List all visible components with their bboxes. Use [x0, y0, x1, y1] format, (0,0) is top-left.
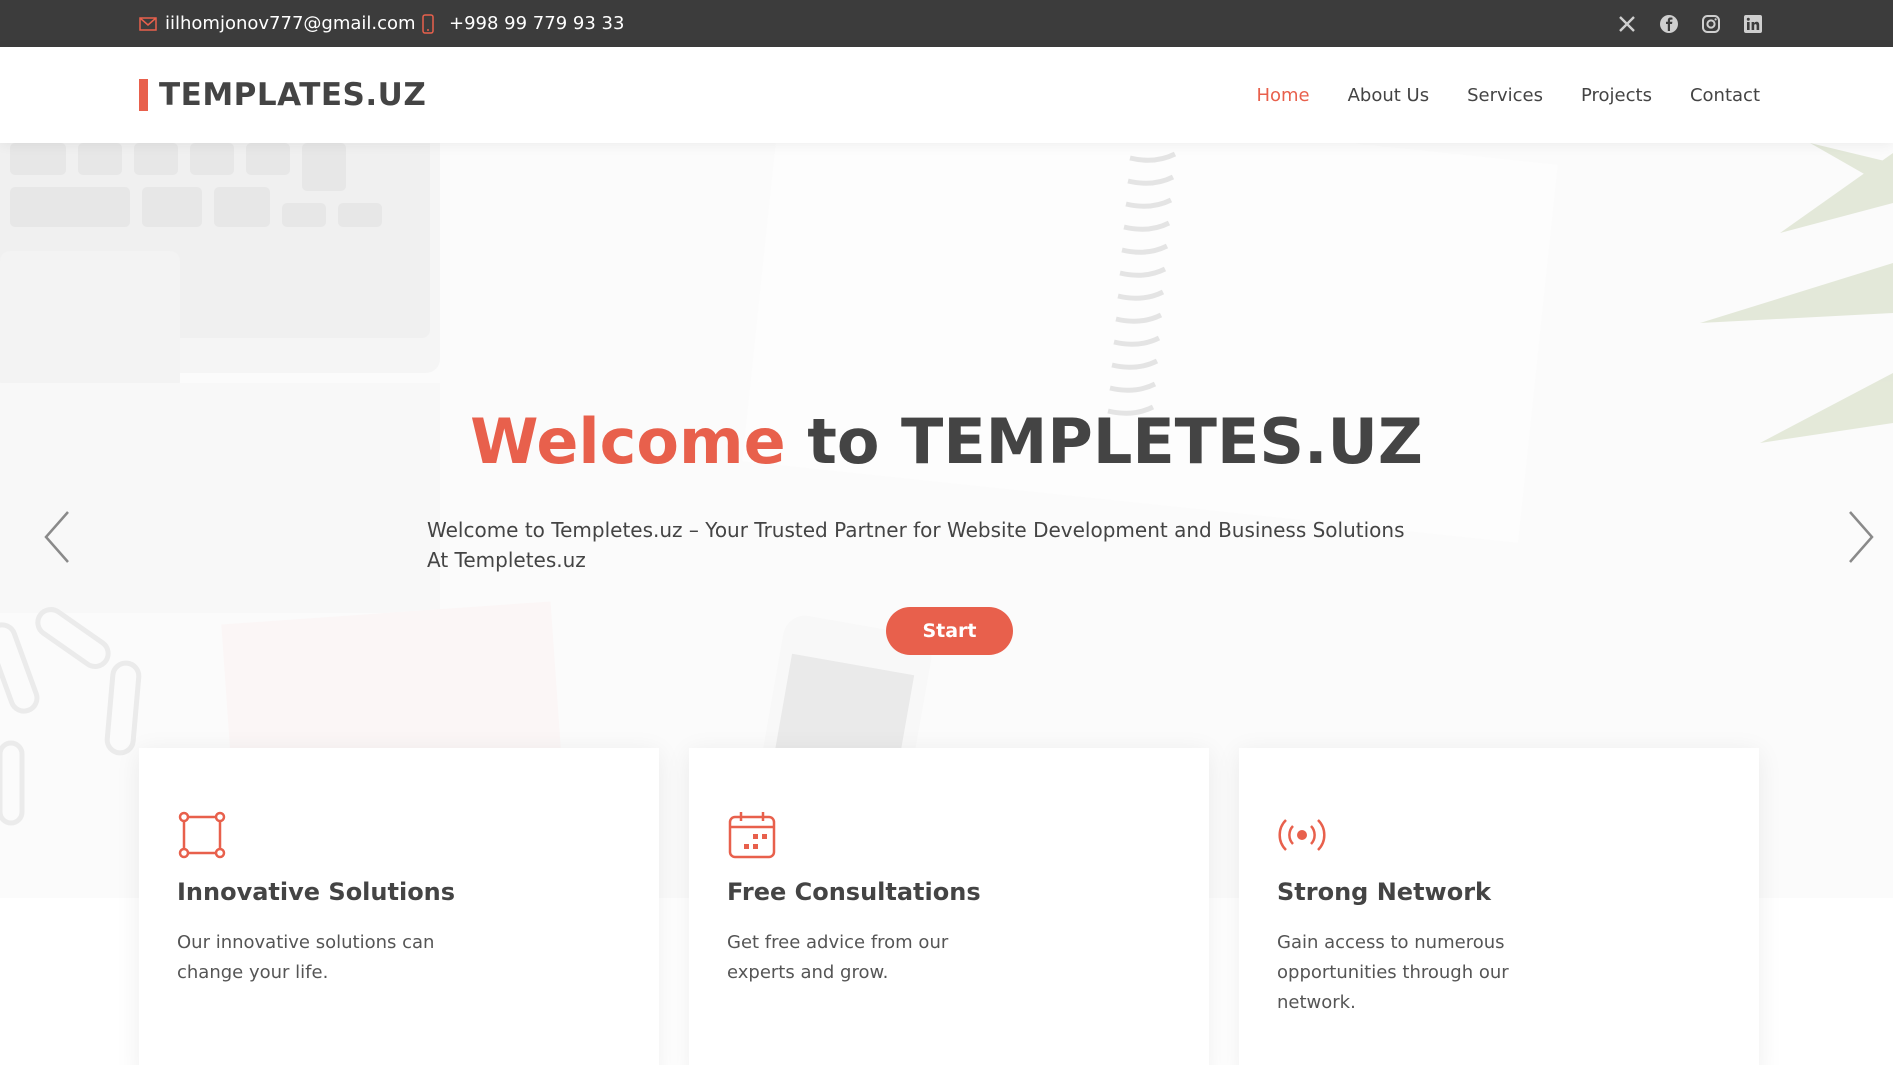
nav-about-us[interactable]: About Us [1348, 85, 1430, 106]
slider-prev-button[interactable] [38, 507, 78, 567]
hero-title-rest: to TEMPLETES.UZ [807, 405, 1423, 478]
start-button[interactable]: Start [886, 607, 1013, 655]
hero-subtitle: Welcome to Templetes.uz – Your Trusted P… [427, 518, 1405, 572]
slider-next-button[interactable] [1840, 507, 1880, 567]
broadcast-icon [1277, 810, 1327, 860]
feature-card: Free Consultations Get free advice from … [689, 748, 1209, 1065]
logo-bar [139, 79, 148, 111]
feature-card: Innovative Solutions Our innovative solu… [139, 748, 659, 1065]
card-title: Innovative Solutions [177, 878, 456, 906]
hero-title: Welcome to TEMPLETES.UZ [0, 405, 1893, 478]
contact-email[interactable]: iilhomjonov777@gmail.com [139, 0, 416, 47]
nav-home[interactable]: Home [1256, 85, 1309, 106]
phone-icon [422, 13, 434, 34]
logo[interactable]: TEMPLATES.UZ [139, 77, 426, 113]
feature-cards: Innovative Solutions Our innovative solu… [139, 748, 1759, 1065]
x-icon[interactable] [1617, 14, 1637, 34]
nav-projects[interactable]: Projects [1581, 85, 1652, 106]
card-text: Gain access to numerous opportunities th… [1277, 932, 1509, 1013]
site-header: TEMPLATES.UZ Home About Us Services Proj… [0, 47, 1893, 143]
card-title: Strong Network [1277, 878, 1491, 906]
card-text: Our innovative solutions can change your… [177, 932, 435, 983]
chevron-left-icon [44, 511, 69, 563]
feature-card: Strong Network Gain access to numerous o… [1239, 748, 1759, 1065]
contact-phone[interactable]: +998 99 779 93 33 [421, 0, 624, 47]
nav-services[interactable]: Services [1467, 85, 1543, 106]
nav-contact[interactable]: Contact [1690, 85, 1760, 106]
card-title: Free Consultations [727, 878, 981, 906]
mail-icon [139, 16, 157, 31]
card-text: Get free advice from our experts and gro… [727, 932, 949, 983]
calendar-icon [727, 810, 777, 860]
linkedin-icon[interactable] [1743, 14, 1763, 34]
phone-text: +998 99 779 93 33 [449, 13, 625, 34]
chevron-right-icon [1849, 511, 1874, 563]
frame-icon [177, 810, 227, 860]
facebook-icon[interactable] [1659, 14, 1679, 34]
logo-text: TEMPLATES.UZ [159, 77, 427, 113]
top-bar: iilhomjonov777@gmail.com +998 99 779 93 … [0, 0, 1893, 47]
social-links [1617, 0, 1763, 47]
hero-title-accent: Welcome [470, 405, 786, 478]
instagram-icon[interactable] [1701, 14, 1721, 34]
email-text: iilhomjonov777@gmail.com [165, 13, 416, 34]
main-nav: Home About Us Services Projects Contact [1256, 47, 1760, 143]
